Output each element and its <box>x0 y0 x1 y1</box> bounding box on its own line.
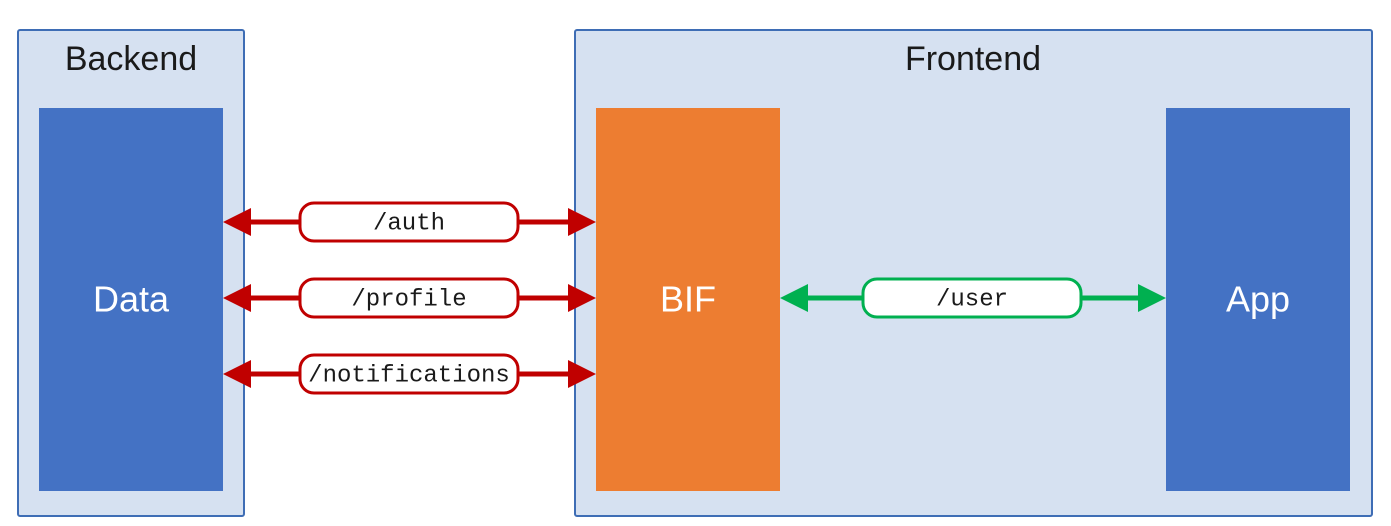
connection-profile-label: /profile <box>351 286 466 313</box>
connection-user-label: /user <box>936 286 1008 313</box>
backend-data-label: Data <box>93 279 170 320</box>
frontend-bif-label: BIF <box>660 279 716 320</box>
frontend-title: Frontend <box>905 40 1041 78</box>
frontend-group: Frontend BIF App <box>575 30 1372 516</box>
backend-group: Backend Data <box>18 30 244 516</box>
connection-notifications-label: /notifications <box>308 362 510 389</box>
connection-profile: /profile <box>223 279 596 317</box>
frontend-app-label: App <box>1226 279 1290 320</box>
connection-notifications: /notifications <box>223 355 596 393</box>
connection-auth: /auth <box>223 203 596 241</box>
architecture-diagram: Backend Data Frontend BIF App /auth /pro… <box>0 0 1391 526</box>
connection-auth-label: /auth <box>373 210 445 237</box>
backend-title: Backend <box>65 40 197 78</box>
